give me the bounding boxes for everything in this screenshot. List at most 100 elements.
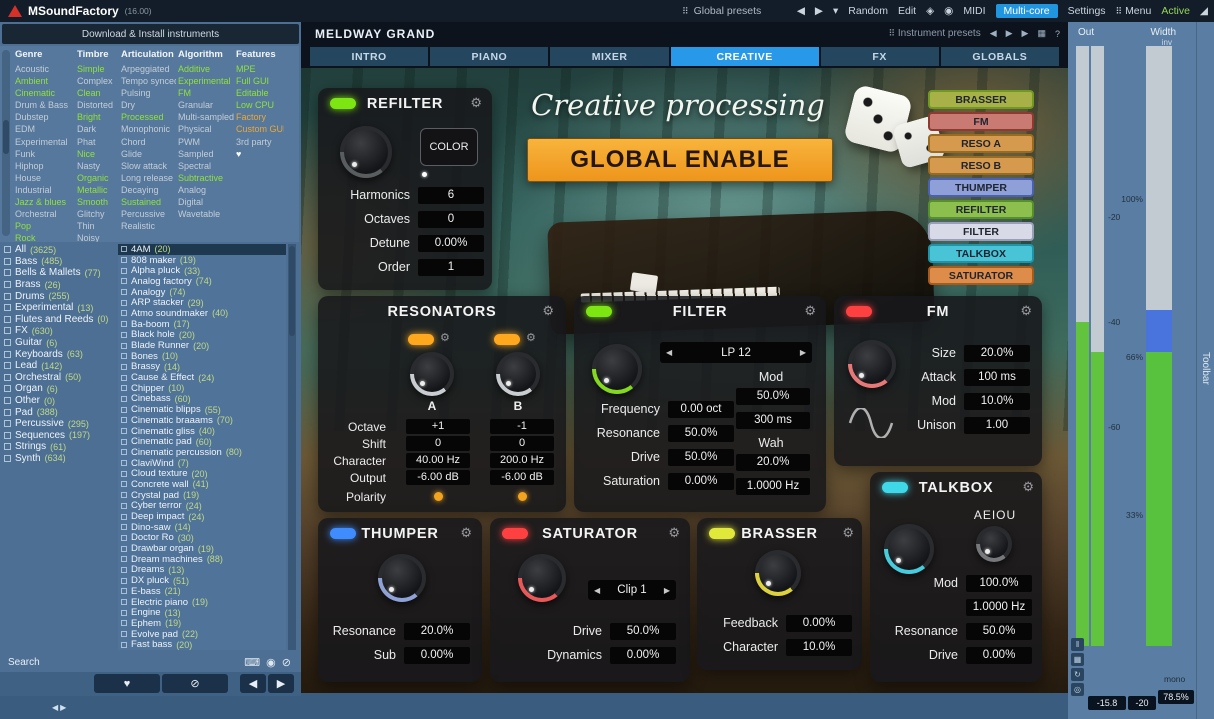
- instrument-list-item[interactable]: 808 maker (19): [118, 255, 286, 266]
- favorite-button[interactable]: ♥: [94, 674, 160, 693]
- polarity-a-dot[interactable]: [434, 492, 443, 501]
- global-presets-button[interactable]: ⠿ Global presets: [682, 0, 761, 22]
- tree-item[interactable]: Orchestral (50): [2, 372, 116, 384]
- tree-item[interactable]: Percussive (295): [2, 418, 116, 430]
- page-tab[interactable]: GLOBALS: [941, 47, 1059, 66]
- clip-type-selector[interactable]: ◀ Clip 1 ▶: [588, 580, 676, 600]
- param-value[interactable]: 0.00%: [404, 647, 470, 664]
- color-button[interactable]: COLOR: [420, 128, 478, 166]
- random-button[interactable]: Random: [848, 5, 888, 17]
- module-select-button[interactable]: FM: [928, 112, 1034, 131]
- tag[interactable]: Processed: [121, 111, 176, 123]
- instrument-list-item[interactable]: Crystal pad (19): [118, 490, 286, 501]
- edit-button[interactable]: Edit: [898, 5, 916, 17]
- instrument-list-item[interactable]: Cinematic braaams (70): [118, 415, 286, 426]
- instrument-list-item[interactable]: Brassy (14): [118, 362, 286, 373]
- instrument-list-item[interactable]: Cinematic blipps (55): [118, 404, 286, 415]
- instrument-list-item[interactable]: Analogy (74): [118, 287, 286, 298]
- instrument-list-item[interactable]: Atmo soundmaker (40): [118, 308, 286, 319]
- instrument-list-item[interactable]: Cinematic gliss (40): [118, 426, 286, 437]
- tag[interactable]: Custom GUI: [236, 123, 284, 135]
- param-value[interactable]: 50.0%: [966, 623, 1032, 640]
- tag[interactable]: Clean: [77, 87, 119, 99]
- power-icon[interactable]: ◎: [1071, 683, 1084, 696]
- clear-icon[interactable]: ⊘: [282, 656, 291, 669]
- tree-item[interactable]: Guitar (6): [2, 337, 116, 349]
- param-value[interactable]: 0.00%: [610, 647, 676, 664]
- tag[interactable]: Funk: [15, 148, 75, 160]
- download-instruments-button[interactable]: Download & Install instruments: [2, 24, 299, 44]
- instrument-list-item[interactable]: Concrete wall (41): [118, 479, 286, 490]
- instrument-list-item[interactable]: Cyber terror (24): [118, 501, 286, 512]
- instrument-list-item[interactable]: Cinebass (60): [118, 394, 286, 405]
- instrument-list-item[interactable]: Dreams (13): [118, 565, 286, 576]
- tag[interactable]: FM: [178, 87, 234, 99]
- tree-item[interactable]: Pad (388): [2, 406, 116, 418]
- tag[interactable]: Industrial: [15, 184, 75, 196]
- tree-item[interactable]: Strings (61): [2, 441, 116, 453]
- tree-item[interactable]: Bass (485): [2, 256, 116, 268]
- record-icon[interactable]: ◉: [266, 656, 276, 669]
- gear-icon[interactable]: ⚙: [1020, 303, 1032, 319]
- wah-rate-value[interactable]: 1.0000 Hz: [736, 478, 810, 495]
- tag[interactable]: Tempo synced: [121, 75, 176, 87]
- target-icon[interactable]: ◉: [944, 5, 953, 17]
- tag[interactable]: Thin: [77, 220, 119, 232]
- instrument-list-item[interactable]: Bones (10): [118, 351, 286, 362]
- preset-next-icon[interactable]: ▶: [1006, 28, 1013, 39]
- tag[interactable]: Distorted: [77, 99, 119, 111]
- tag[interactable]: Cinematic: [15, 87, 75, 99]
- pause-icon[interactable]: ‖: [1071, 638, 1084, 651]
- page-tab[interactable]: INTRO: [310, 47, 428, 66]
- tag[interactable]: Drum & Bass: [15, 99, 75, 111]
- module-select-button[interactable]: BRASSER: [928, 90, 1034, 109]
- module-select-button[interactable]: FILTER: [928, 222, 1034, 241]
- brasser-knob[interactable]: [755, 550, 801, 596]
- tag[interactable]: Low CPU: [236, 99, 284, 111]
- tag[interactable]: Experimental: [15, 136, 75, 148]
- tag[interactable]: Orchestral: [15, 208, 75, 220]
- tag[interactable]: Physical: [178, 123, 234, 135]
- instrument-list-item[interactable]: Analog factory (74): [118, 276, 286, 287]
- tag[interactable]: Dark: [77, 123, 119, 135]
- param-value[interactable]: 0.00 oct: [668, 401, 734, 418]
- tag[interactable]: Bright: [77, 111, 119, 123]
- instrument-list-item[interactable]: ARP stacker (29): [118, 297, 286, 308]
- instrument-presets-button[interactable]: ⠿ Instrument presets: [889, 28, 981, 39]
- resonator-a-knob[interactable]: [410, 352, 454, 396]
- tag-scrollbar[interactable]: [2, 50, 10, 236]
- instrument-list-item[interactable]: Chipper (10): [118, 383, 286, 394]
- preset-prev-icon[interactable]: ◀: [990, 28, 997, 39]
- out-meter-right[interactable]: [1091, 46, 1104, 646]
- instrument-list-item[interactable]: Blade Runner (20): [118, 340, 286, 351]
- tag[interactable]: Metallic: [77, 184, 119, 196]
- tag[interactable]: Experimental: [178, 75, 234, 87]
- param-value-b[interactable]: -1: [490, 419, 554, 434]
- global-enable-button[interactable]: GLOBAL ENABLE: [527, 138, 833, 182]
- tag[interactable]: House: [15, 172, 75, 184]
- tag[interactable]: Arpeggiated: [121, 63, 176, 75]
- active-status[interactable]: Active: [1161, 5, 1190, 17]
- module-select-button[interactable]: REFILTER: [928, 200, 1034, 219]
- tree-item[interactable]: Other (0): [2, 395, 116, 407]
- tag[interactable]: Slow attack: [121, 160, 176, 172]
- saturator-knob[interactable]: [518, 554, 566, 602]
- tree-item[interactable]: Sequences (197): [2, 430, 116, 442]
- multi-core-button[interactable]: Multi-core: [996, 4, 1058, 18]
- gear-icon[interactable]: ⚙: [542, 303, 554, 319]
- tag[interactable]: Nasty: [77, 160, 119, 172]
- menu-button[interactable]: ⠿ Menu: [1116, 5, 1152, 17]
- resonator-b-knob[interactable]: [496, 352, 540, 396]
- gear-icon[interactable]: ⚙: [668, 525, 680, 541]
- tag[interactable]: 3rd party: [236, 136, 284, 148]
- grid-view-icon[interactable]: ▦: [1037, 28, 1046, 39]
- instrument-list-item[interactable]: Engine (13): [118, 607, 286, 618]
- instrument-list-item[interactable]: E-bass (21): [118, 586, 286, 597]
- param-value[interactable]: 50.0%: [668, 425, 734, 442]
- grid-icon[interactable]: ▦: [1071, 653, 1084, 666]
- page-tab[interactable]: FX: [821, 47, 939, 66]
- prev-instrument-button[interactable]: ◀: [240, 674, 266, 693]
- tree-item[interactable]: Lead (142): [2, 360, 116, 372]
- tag[interactable]: Pulsing: [121, 87, 176, 99]
- exclude-button[interactable]: ⊘: [162, 674, 228, 693]
